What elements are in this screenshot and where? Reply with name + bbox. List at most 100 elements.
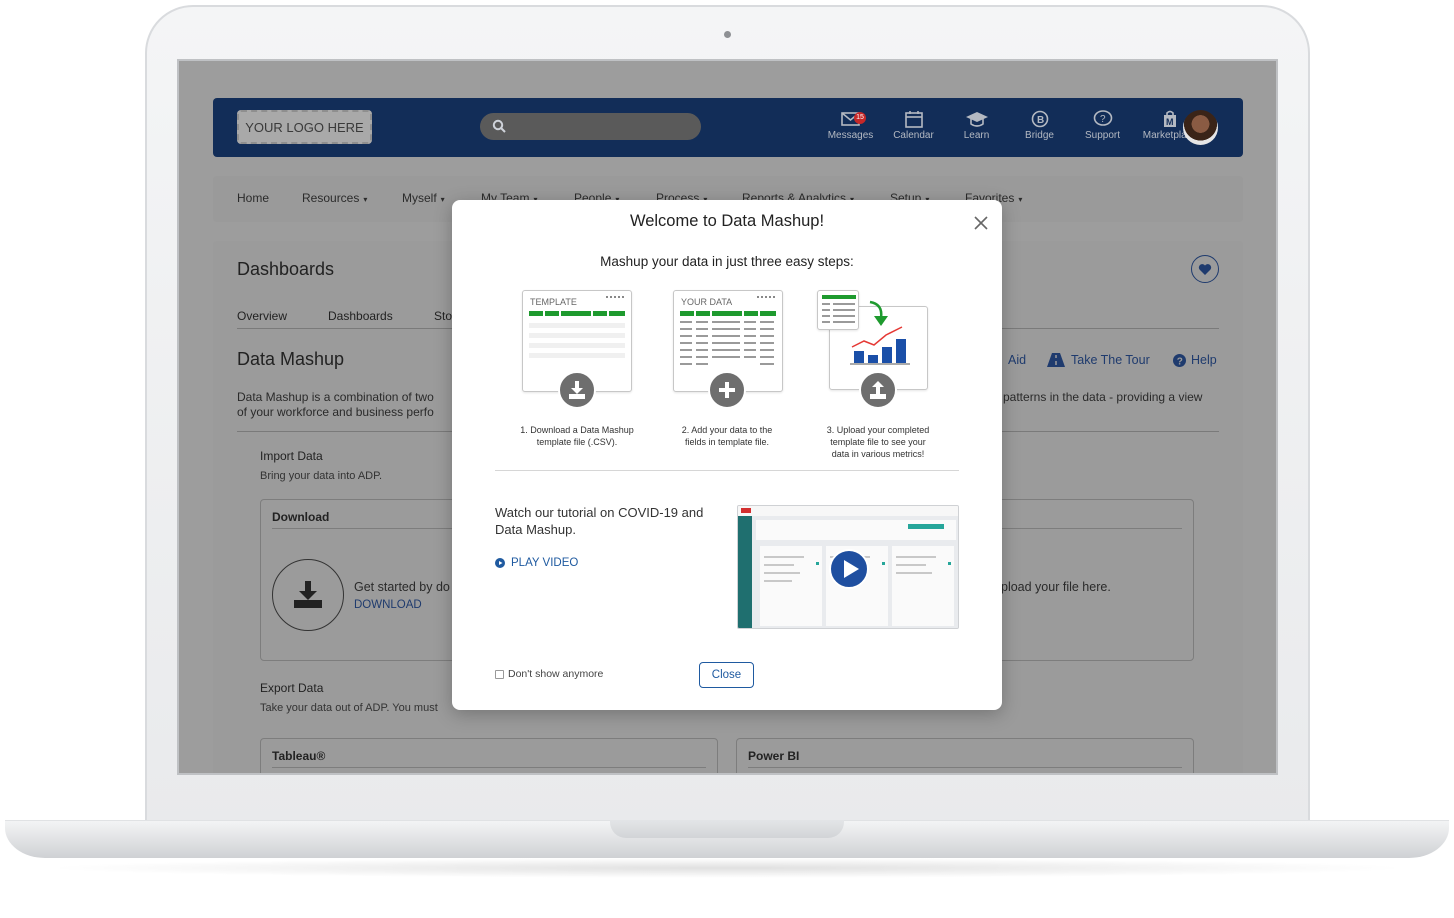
menu-item-label: Myself bbox=[402, 191, 437, 205]
modal-divider bbox=[495, 470, 959, 471]
step-1-line: 1. Download a Data Mashup bbox=[520, 425, 634, 435]
step-3-line: 3. Upload your completed bbox=[826, 425, 930, 435]
nav-calendar[interactable]: Calendar bbox=[882, 106, 945, 141]
help-link[interactable]: ? Help bbox=[1173, 353, 1217, 367]
description: Data Mashup is a combination of two of y… bbox=[237, 390, 434, 420]
nav-support[interactable]: ? Support bbox=[1071, 106, 1134, 141]
tab-stories[interactable]: Sto bbox=[434, 309, 452, 323]
section-title: Data Mashup bbox=[237, 349, 345, 369]
nav-label: Learn bbox=[963, 130, 990, 141]
menu-item-label: Resources bbox=[302, 191, 360, 205]
upload-icon bbox=[870, 381, 886, 399]
download-step-button bbox=[558, 371, 596, 409]
laptop-notch bbox=[610, 820, 844, 838]
graduation-cap-icon bbox=[965, 112, 988, 127]
bridge-chat-icon: B bbox=[1031, 110, 1048, 128]
download-link[interactable]: DOWNLOAD bbox=[354, 599, 422, 611]
messages-badge: 15 bbox=[854, 112, 866, 124]
top-bar: YOUR LOGO HERE 15 Messages Calendar Lear… bbox=[213, 98, 1243, 157]
step-1-text: 1. Download a Data Mashup template file … bbox=[502, 424, 652, 448]
upload-card-text: pload your file here. bbox=[1001, 580, 1111, 594]
download-circle[interactable] bbox=[272, 559, 344, 631]
template-grid-illustration bbox=[529, 311, 625, 358]
menu-item-label: Home bbox=[237, 191, 270, 205]
road-icon bbox=[1047, 353, 1065, 367]
aid-link[interactable]: Aid bbox=[1008, 353, 1026, 367]
download-icon bbox=[294, 581, 322, 608]
card-dots bbox=[606, 296, 624, 298]
help-circle-icon: ? bbox=[1173, 353, 1186, 367]
page-title: Dashboards bbox=[237, 259, 335, 279]
video-thumbnail[interactable] bbox=[737, 505, 959, 629]
upload-step-button bbox=[859, 371, 897, 409]
nav-bridge[interactable]: B Bridge bbox=[1008, 106, 1071, 141]
svg-text:B: B bbox=[1037, 115, 1044, 126]
dont-show-label: Don't show anymore bbox=[508, 668, 604, 680]
download-card-text: Get started by do bbox=[354, 580, 450, 594]
green-arrow-icon bbox=[869, 300, 888, 326]
take-tour-label: Take The Tour bbox=[1071, 353, 1150, 367]
menu-item-home[interactable]: Home bbox=[237, 191, 269, 205]
step-3-line: template file to see your bbox=[830, 437, 926, 447]
avatar[interactable] bbox=[1183, 110, 1218, 145]
powerbi-card-title: Power BI bbox=[748, 749, 800, 763]
your-data-card-label: YOUR DATA bbox=[681, 297, 733, 307]
nav-label: Messages bbox=[827, 130, 874, 141]
step-2-text: 2. Add your data to the fields in templa… bbox=[652, 424, 802, 448]
nav-messages[interactable]: 15 Messages bbox=[819, 106, 882, 141]
play-circle-icon bbox=[495, 558, 505, 568]
step-1-line: template file (.CSV). bbox=[536, 437, 618, 447]
favorite-button[interactable] bbox=[1191, 255, 1219, 283]
tab-overview[interactable]: Overview bbox=[237, 309, 287, 323]
caret-down-icon: ▾ bbox=[1018, 195, 1023, 204]
menu-item-myself[interactable]: Myself ▾ bbox=[402, 191, 445, 205]
menu-item-resources[interactable]: Resources ▾ bbox=[302, 191, 367, 205]
card-dots bbox=[757, 296, 775, 298]
nav-learn[interactable]: Learn bbox=[945, 106, 1008, 141]
mini-spreadsheet bbox=[817, 290, 859, 330]
svg-text:?: ? bbox=[1177, 356, 1183, 367]
tableau-card-title: Tableau® bbox=[272, 749, 326, 763]
powerbi-card: Power BI bbox=[736, 738, 1194, 773]
template-card-label: TEMPLATE bbox=[530, 297, 577, 307]
camera-dot bbox=[724, 31, 731, 38]
caret-down-icon: ▾ bbox=[440, 195, 445, 204]
take-tour-link[interactable]: Take The Tour bbox=[1047, 353, 1150, 367]
mini-grid-illustration bbox=[822, 295, 856, 323]
checkbox[interactable] bbox=[495, 669, 504, 679]
export-title: Export Data bbox=[260, 681, 324, 695]
download-card-title: Download bbox=[272, 510, 330, 524]
logo-placeholder[interactable]: YOUR LOGO HERE bbox=[237, 110, 372, 144]
marketplace-bag-icon: M bbox=[1164, 110, 1176, 127]
question-bubble-icon: ? bbox=[1093, 110, 1112, 126]
import-title: Import Data bbox=[260, 449, 323, 463]
play-button-icon[interactable] bbox=[829, 549, 869, 589]
add-step-button bbox=[708, 371, 746, 409]
welcome-modal: Welcome to Data Mashup! Mashup your data… bbox=[452, 200, 1002, 710]
tutorial-text: Watch our tutorial on COVID-19 and Data … bbox=[495, 505, 704, 537]
help-label: Help bbox=[1191, 353, 1217, 367]
download-icon bbox=[569, 381, 585, 399]
dont-show-checkbox[interactable]: Don't show anymore bbox=[495, 668, 603, 680]
calendar-icon bbox=[904, 111, 923, 128]
search-input[interactable] bbox=[480, 113, 701, 140]
close-button[interactable]: Close bbox=[699, 662, 754, 688]
nav-label: Bridge bbox=[1025, 130, 1054, 141]
nav-label: Support bbox=[1084, 130, 1121, 141]
laptop-shadow bbox=[40, 858, 1414, 878]
export-subtitle: Take your data out of ADP. You must bbox=[260, 702, 438, 714]
step-2-line: 2. Add your data to the bbox=[681, 425, 773, 435]
svg-text:M: M bbox=[1166, 117, 1174, 127]
play-video-link[interactable]: PLAY VIDEO bbox=[495, 557, 578, 569]
close-icon[interactable] bbox=[972, 214, 990, 232]
svg-text:?: ? bbox=[1100, 114, 1106, 125]
card-divider bbox=[272, 767, 706, 768]
tab-dashboards[interactable]: Dashboards bbox=[328, 309, 393, 323]
description-right: patterns in the data - providing a view bbox=[1003, 390, 1203, 404]
tableau-card: Tableau® bbox=[260, 738, 718, 773]
bar-chart-illustration bbox=[850, 326, 910, 365]
nav-label: Calendar bbox=[893, 130, 934, 141]
heart-icon bbox=[1198, 263, 1212, 275]
step-3-text: 3. Upload your completed template file t… bbox=[803, 424, 953, 460]
modal-title: Welcome to Data Mashup! bbox=[629, 212, 825, 230]
